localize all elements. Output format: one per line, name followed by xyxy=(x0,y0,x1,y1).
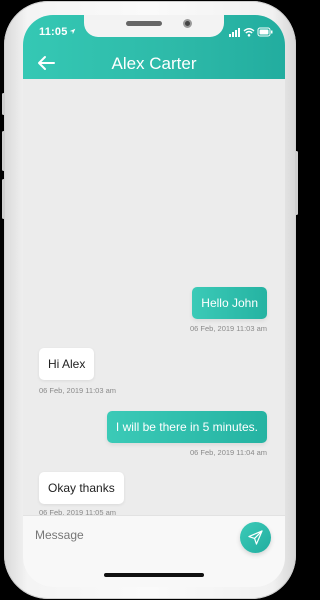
status-time: 11:05 xyxy=(39,26,68,38)
chat-header: 11:05 Alex Carter xyxy=(23,15,285,79)
status-icons xyxy=(229,27,273,37)
message-timestamp: 06 Feb, 2019 11:04 am xyxy=(190,448,267,457)
contact-name: Alex Carter xyxy=(111,54,197,73)
location-arrow-icon xyxy=(69,28,76,35)
message-input[interactable] xyxy=(33,524,233,546)
mute-switch xyxy=(2,93,5,115)
back-arrow-icon[interactable] xyxy=(37,55,55,71)
volume-down-button xyxy=(2,179,5,219)
message-list[interactable]: Hello John 06 Feb, 2019 11:03 am Hi Alex… xyxy=(23,79,285,517)
phone-screen: 11:05 Alex Carter Hello John 06 Feb, 201… xyxy=(23,15,285,587)
signal-icon xyxy=(229,28,240,37)
outgoing-message-bubble[interactable]: Hello John xyxy=(192,287,267,319)
power-button xyxy=(295,151,298,215)
battery-icon xyxy=(257,27,273,37)
incoming-message-bubble[interactable]: Okay thanks xyxy=(39,472,124,504)
volume-up-button xyxy=(2,131,5,171)
message-composer xyxy=(23,515,285,587)
speaker xyxy=(126,21,162,26)
wifi-icon xyxy=(243,28,255,37)
incoming-message-bubble[interactable]: Hi Alex xyxy=(39,348,95,380)
send-icon xyxy=(248,530,263,545)
outgoing-message-bubble[interactable]: I will be there in 5 minutes. xyxy=(106,411,267,443)
send-button[interactable] xyxy=(240,522,271,553)
notch xyxy=(84,15,224,37)
phone-frame: 11:05 Alex Carter Hello John 06 Feb, 201… xyxy=(2,1,298,599)
message-timestamp: 06 Feb, 2019 11:03 am xyxy=(190,324,267,333)
home-indicator[interactable] xyxy=(104,573,204,577)
message-timestamp: 06 Feb, 2019 11:03 am xyxy=(39,386,116,395)
front-camera xyxy=(183,19,192,28)
